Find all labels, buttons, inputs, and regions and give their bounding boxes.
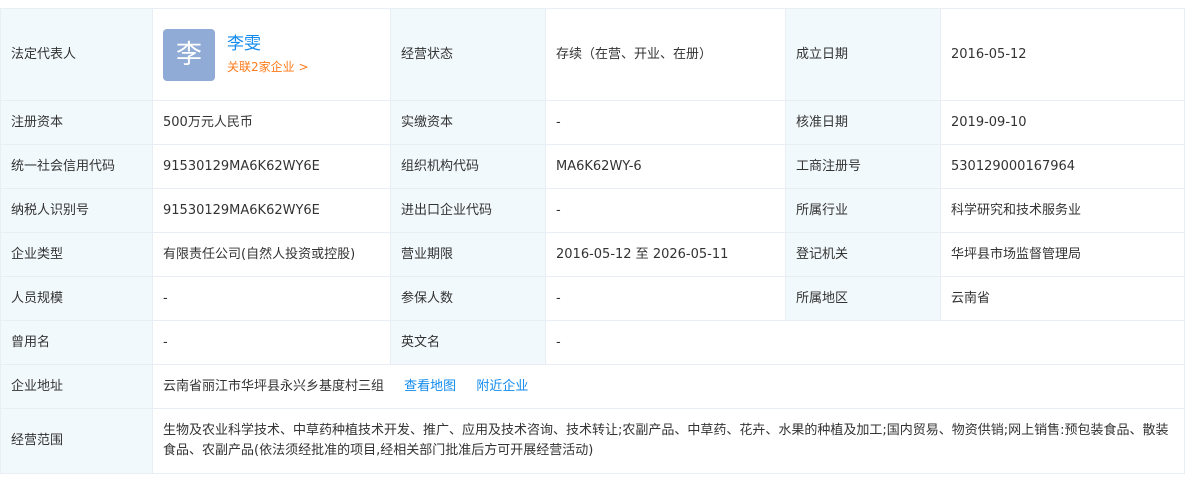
business-scope-label: 经营范围 (0, 408, 153, 474)
business-term-value: 2016-05-12 至 2026-05-11 (545, 232, 786, 277)
credit-code-label: 统一社会信用代码 (0, 144, 153, 189)
region-label: 所属地区 (785, 276, 941, 321)
legal-rep-label: 法定代表人 (0, 8, 153, 101)
company-info-panel: 法定代表人 李 李雯 关联2家企业 > 经营状态 存续（在营、开业、在册） 成立… (0, 8, 1185, 474)
table-row: 纳税人识别号 91530129MA6K62WY6E 进出口企业代码 - 所属行业… (0, 188, 1185, 233)
table-row: 人员规模 - 参保人数 - 所属地区 云南省 (0, 276, 1185, 321)
former-name-label: 曾用名 (0, 320, 153, 365)
company-type-label: 企业类型 (0, 232, 153, 277)
credit-code-value: 91530129MA6K62WY6E (152, 144, 391, 189)
found-date-value: 2016-05-12 (940, 8, 1185, 101)
company-type-value: 有限责任公司(自然人投资或控股) (152, 232, 391, 277)
approval-date-value: 2019-09-10 (940, 100, 1185, 145)
taxpayer-id-label: 纳税人识别号 (0, 188, 153, 233)
view-map-link[interactable]: 查看地图 (404, 379, 456, 394)
insured-count-value: - (545, 276, 786, 321)
registered-capital-label: 注册资本 (0, 100, 153, 145)
import-export-code-label: 进出口企业代码 (390, 188, 546, 233)
org-code-label: 组织机构代码 (390, 144, 546, 189)
status-value: 存续（在营、开业、在册） (545, 8, 786, 101)
industry-label: 所属行业 (785, 188, 941, 233)
registration-authority-value: 华坪县市场监督管理局 (940, 232, 1185, 277)
taxpayer-id-value: 91530129MA6K62WY6E (152, 188, 391, 233)
reg-number-value: 530129000167964 (940, 144, 1185, 189)
address-label: 企业地址 (0, 364, 153, 409)
english-name-label: 英文名 (390, 320, 546, 365)
status-label: 经营状态 (390, 8, 546, 101)
avatar[interactable]: 李 (163, 28, 215, 81)
legal-rep-cell: 李 李雯 关联2家企业 > (152, 8, 391, 101)
company-info-table: 法定代表人 李 李雯 关联2家企业 > 经营状态 存续（在营、开业、在册） 成立… (0, 8, 1185, 474)
industry-value: 科学研究和技术服务业 (940, 188, 1185, 233)
reg-number-label: 工商注册号 (785, 144, 941, 189)
registered-capital-value: 500万元人民币 (152, 100, 391, 145)
registration-authority-label: 登记机关 (785, 232, 941, 277)
paid-capital-label: 实缴资本 (390, 100, 546, 145)
staff-size-value: - (152, 276, 391, 321)
business-scope-value: 生物及农业科学技术、中草药种植技术开发、推广、应用及技术咨询、技术转让;农副产品… (152, 408, 1185, 474)
english-name-value: - (545, 320, 1185, 365)
former-name-value: - (152, 320, 391, 365)
approval-date-label: 核准日期 (785, 100, 941, 145)
org-code-value: MA6K62WY-6 (545, 144, 786, 189)
region-value: 云南省 (940, 276, 1185, 321)
related-companies-link[interactable]: 关联2家企业 > (227, 57, 309, 77)
table-row: 经营范围 生物及农业科学技术、中草药种植技术开发、推广、应用及技术咨询、技术转让… (0, 408, 1185, 474)
table-row: 法定代表人 李 李雯 关联2家企业 > 经营状态 存续（在营、开业、在册） 成立… (0, 8, 1185, 101)
table-row: 统一社会信用代码 91530129MA6K62WY6E 组织机构代码 MA6K6… (0, 144, 1185, 189)
nearby-companies-link[interactable]: 附近企业 (476, 379, 528, 394)
staff-size-label: 人员规模 (0, 276, 153, 321)
business-term-label: 营业期限 (390, 232, 546, 277)
legal-rep-name-link[interactable]: 李雯 (227, 33, 309, 55)
address-cell: 云南省丽江市华坪县永兴乡基度村三组 查看地图 附近企业 (152, 364, 1185, 409)
table-row: 企业类型 有限责任公司(自然人投资或控股) 营业期限 2016-05-12 至 … (0, 232, 1185, 277)
insured-count-label: 参保人数 (390, 276, 546, 321)
paid-capital-value: - (545, 100, 786, 145)
found-date-label: 成立日期 (785, 8, 941, 101)
import-export-code-value: - (545, 188, 786, 233)
table-row: 注册资本 500万元人民币 实缴资本 - 核准日期 2019-09-10 (0, 100, 1185, 145)
table-row: 企业地址 云南省丽江市华坪县永兴乡基度村三组 查看地图 附近企业 (0, 364, 1185, 409)
address-value: 云南省丽江市华坪县永兴乡基度村三组 (163, 378, 385, 394)
table-row: 曾用名 - 英文名 - (0, 320, 1185, 365)
